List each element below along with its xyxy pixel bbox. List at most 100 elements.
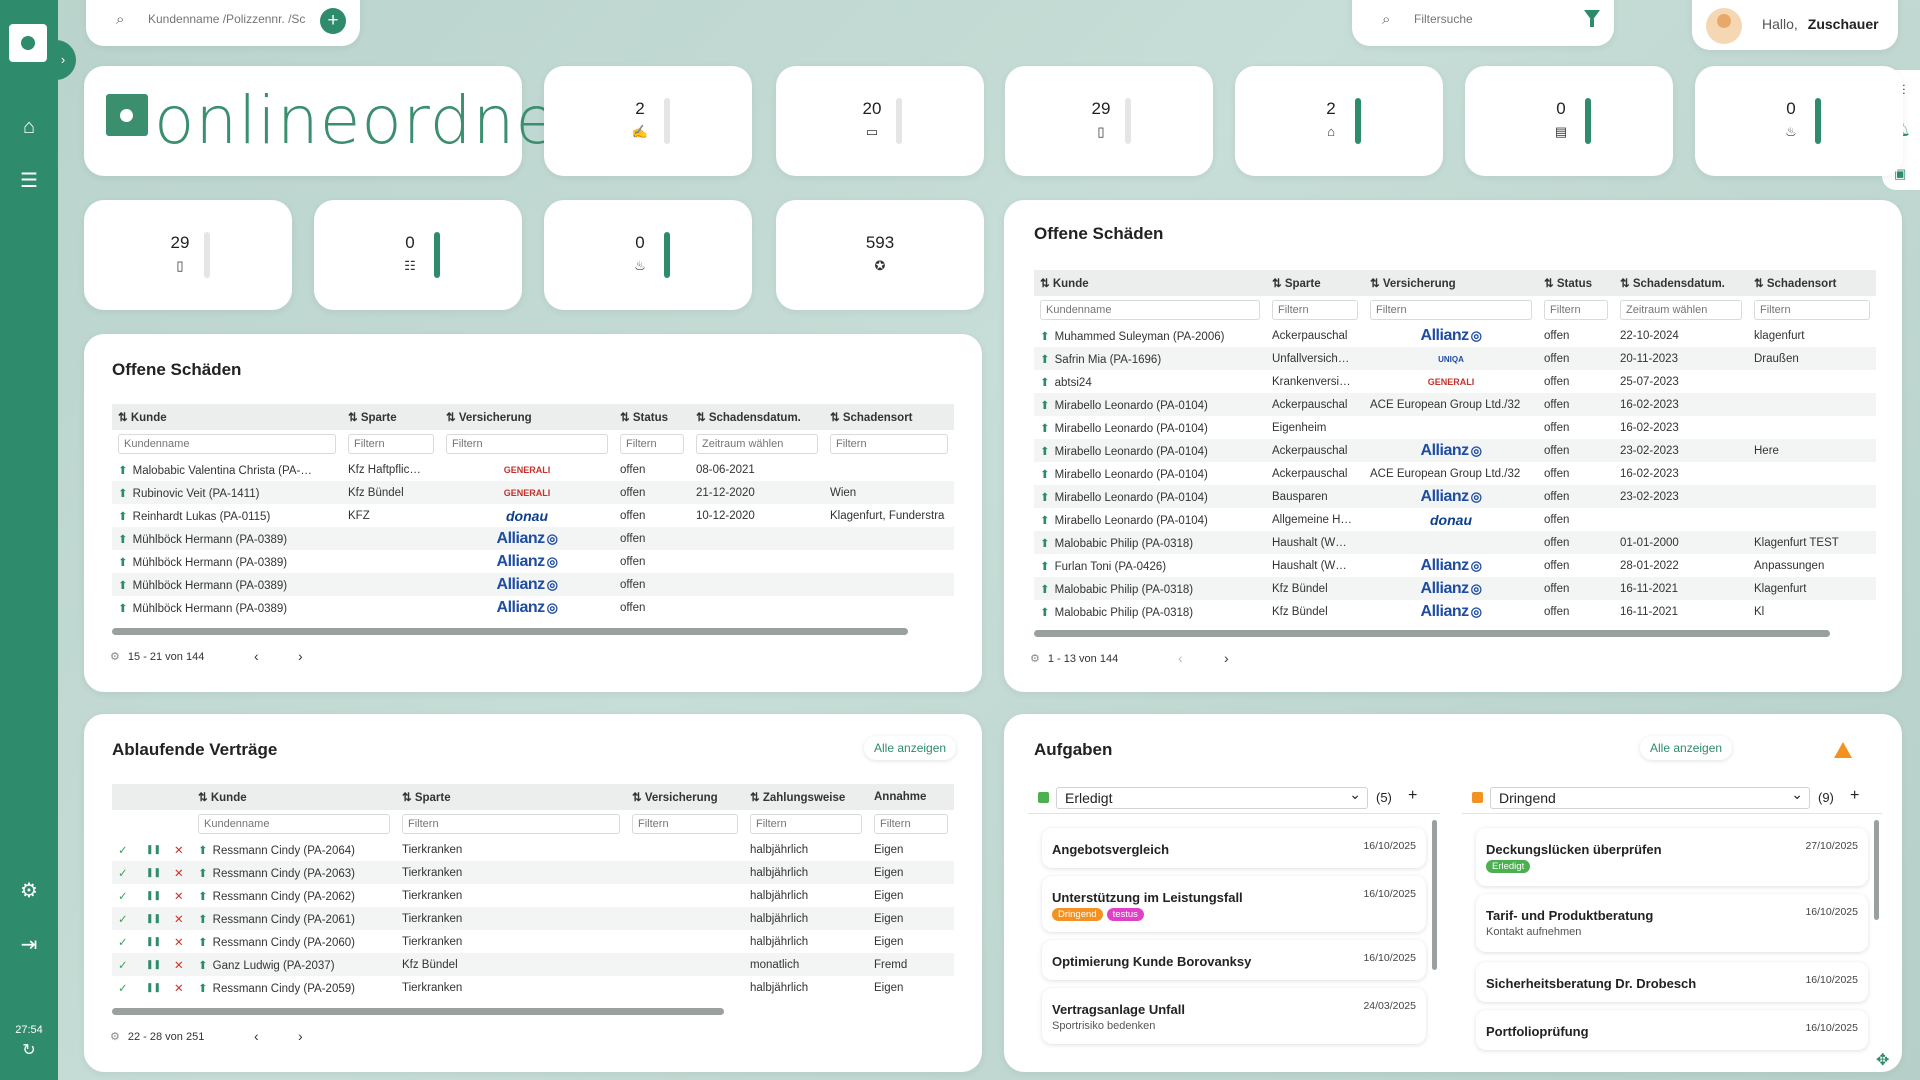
prev-page-chevron-icon[interactable]: ‹ [254, 648, 259, 664]
pin-icon[interactable]: ⬆ [1040, 446, 1050, 458]
pause-icon[interactable]: ❚❚ [140, 930, 168, 953]
table-row[interactable]: ⬆ Mirabello Leonardo (PA-0104) Eigenheim of… [1034, 416, 1876, 439]
accept-check-icon[interactable]: ✓ [112, 884, 140, 907]
task-card[interactable]: Angebotsvergleich 16/10/2025 [1042, 828, 1426, 868]
stat-card[interactable]: 29 ▯ [1005, 66, 1213, 176]
table-row[interactable]: ⬆ Furlan Toni (PA-0426) Haushalt (W… Allian… [1034, 554, 1876, 577]
horizontal-scrollbar[interactable] [112, 1008, 724, 1015]
column-filter-input[interactable] [632, 814, 738, 834]
table-row[interactable]: ✓ ❚❚ ✕ ⬆ Ressmann Cindy (PA-2060) Tierkranken… [112, 930, 954, 953]
pin-icon[interactable]: ⬆ [1040, 561, 1050, 573]
pin-icon[interactable]: ⬆ [1040, 492, 1050, 504]
settings-gear-icon[interactable]: ⚙ [1030, 653, 1040, 665]
column-header[interactable]: ⇅ Sparte [1266, 270, 1364, 296]
task-card[interactable]: Unterstützung im Leistungsfall 16/10/2025… [1042, 876, 1426, 932]
column-filter-input[interactable] [1040, 300, 1260, 320]
stat-card[interactable]: 2 ⌂ [1235, 66, 1443, 176]
pin-icon[interactable]: ⬆ [198, 937, 208, 949]
table-row[interactable]: ✓ ❚❚ ✕ ⬆ Ressmann Cindy (PA-2061) Tierkranken… [112, 907, 954, 930]
prev-page-chevron-icon[interactable]: ‹ [254, 1028, 259, 1044]
add-task-plus-icon[interactable]: + [1850, 787, 1859, 805]
pin-icon[interactable]: ⬆ [1040, 400, 1050, 412]
column-header[interactable]: ⇅ Status [614, 404, 690, 430]
column-filter-input[interactable] [696, 434, 818, 454]
pause-icon[interactable]: ❚❚ [140, 976, 168, 999]
accept-check-icon[interactable]: ✓ [112, 976, 140, 999]
task-card[interactable]: Optimierung Kunde Borovanksy 16/10/2025 [1042, 940, 1426, 980]
show-all-contracts-button[interactable]: Alle anzeigen [864, 736, 957, 760]
table-row[interactable]: ⬆ Mühlböck Hermann (PA-0389) Allianz offen [112, 527, 954, 550]
table-row[interactable]: ⬆ Mirabello Leonardo (PA-0104) Allgemeine … [1034, 508, 1876, 531]
table-row[interactable]: ⬆ Mühlböck Hermann (PA-0389) Allianz offen [112, 573, 954, 596]
horizontal-scrollbar[interactable] [112, 628, 908, 635]
task-card[interactable]: Deckungslücken überprüfen 27/10/2025 Erled… [1476, 828, 1868, 886]
pin-icon[interactable]: ⬆ [118, 465, 128, 477]
filter-funnel-icon[interactable] [1584, 10, 1600, 27]
settings-gear-icon[interactable]: ⚙ [110, 1031, 120, 1043]
pause-icon[interactable]: ❚❚ [140, 907, 168, 930]
accept-check-icon[interactable]: ✓ [112, 838, 140, 861]
pin-icon[interactable]: ⬆ [1040, 584, 1050, 596]
pin-icon[interactable]: ⬆ [1040, 423, 1050, 435]
accept-check-icon[interactable]: ✓ [112, 907, 140, 930]
column-header[interactable]: ⇅ Sparte [342, 404, 440, 430]
table-row[interactable]: ⬆ Safrin Mia (PA-1696) Unfallversich… UNIQA… [1034, 347, 1876, 370]
pause-icon[interactable]: ❚❚ [140, 884, 168, 907]
column-filter-input[interactable] [402, 814, 620, 834]
reject-x-icon[interactable]: ✕ [168, 884, 192, 907]
column-header[interactable]: ⇅ Schadensdatum. [1614, 270, 1748, 296]
column-header[interactable]: ⇅ Kunde [1034, 270, 1266, 296]
status-select[interactable]: Erledigt [1056, 786, 1368, 809]
user-menu[interactable]: Hallo, Zuschauer [1692, 0, 1898, 50]
column-filter-input[interactable] [620, 434, 684, 454]
pause-icon[interactable]: ❚❚ [140, 838, 168, 861]
table-row[interactable]: ⬆ Mirabello Leonardo (PA-0104) Ackerpausch… [1034, 462, 1876, 485]
refresh-icon[interactable]: ↻ [16, 1038, 42, 1064]
column-filter-input[interactable] [1544, 300, 1608, 320]
next-page-chevron-icon[interactable]: › [298, 648, 303, 664]
table-row[interactable]: ✓ ❚❚ ✕ ⬆ Ressmann Cindy (PA-2063) Tierkranken… [112, 861, 954, 884]
pin-icon[interactable]: ⬆ [198, 960, 208, 972]
pin-icon[interactable]: ⬆ [1040, 469, 1050, 481]
accept-check-icon[interactable]: ✓ [112, 930, 140, 953]
horizontal-scrollbar[interactable] [1034, 630, 1830, 637]
column-header[interactable]: ⇅ Zahlungsweise [744, 784, 868, 810]
customer-search-input[interactable] [148, 12, 308, 26]
reject-x-icon[interactable]: ✕ [168, 953, 192, 976]
pin-icon[interactable]: ⬆ [198, 845, 208, 857]
pin-icon[interactable]: ⬆ [118, 488, 128, 500]
stat-card[interactable]: 29 ▯ [84, 200, 292, 310]
column-header[interactable]: ⇅ Sparte [396, 784, 626, 810]
column-filter-input[interactable] [1620, 300, 1742, 320]
vertical-scrollbar[interactable] [1432, 820, 1437, 970]
column-header[interactable]: ⇅ Versicherung [626, 784, 744, 810]
stat-card[interactable]: 593 ✪ [776, 200, 984, 310]
move-drag-icon[interactable]: ✥ [1876, 1050, 1889, 1070]
column-header[interactable]: ⇅ Schadensdatum. [690, 404, 824, 430]
pin-icon[interactable]: ⬆ [198, 983, 208, 995]
app-logo-icon[interactable] [9, 24, 47, 62]
table-row[interactable]: ⬆ Muhammed Suleyman (PA-2006) Ackerpauscha… [1034, 324, 1876, 347]
task-card[interactable]: Portfolioprüfung 16/10/2025 [1476, 1010, 1868, 1050]
table-row[interactable]: ⬆ Mirabello Leonardo (PA-0104) Ackerpausch… [1034, 439, 1876, 462]
pin-icon[interactable]: ⬆ [198, 891, 208, 903]
table-row[interactable]: ⬆ abtsi24 Krankenversi… GENERALI offen 25-07-… [1034, 370, 1876, 393]
reject-x-icon[interactable]: ✕ [168, 861, 192, 884]
pin-icon[interactable]: ⬆ [118, 580, 128, 592]
stat-card[interactable]: 2 ✍ [544, 66, 752, 176]
table-row[interactable]: ⬆ Malobabic Valentina Christa (PA-… Kfz Ha… [112, 458, 954, 481]
pin-icon[interactable]: ⬆ [1040, 607, 1050, 619]
reject-x-icon[interactable]: ✕ [168, 930, 192, 953]
table-row[interactable]: ⬆ Malobabic Philip (PA-0318) Haushalt (W… o… [1034, 531, 1876, 554]
status-select[interactable]: Dringend [1490, 786, 1810, 809]
sidebar-expand-chevron-icon[interactable]: › [50, 40, 76, 80]
column-filter-input[interactable] [198, 814, 390, 834]
pin-icon[interactable]: ⬆ [198, 914, 208, 926]
table-row[interactable]: ⬆ Mühlböck Hermann (PA-0389) Allianz offen [112, 596, 954, 619]
next-page-chevron-icon[interactable]: › [298, 1028, 303, 1044]
table-row[interactable]: ✓ ❚❚ ✕ ⬆ Ganz Ludwig (PA-2037) Kfz Bündel mona… [112, 953, 954, 976]
pause-icon[interactable]: ❚❚ [140, 861, 168, 884]
stat-card[interactable]: 20 ▭ [776, 66, 984, 176]
home-icon[interactable]: ⌂ [16, 114, 42, 140]
table-row[interactable]: ⬆ Malobabic Philip (PA-0318) Kfz Bündel All… [1034, 600, 1876, 623]
